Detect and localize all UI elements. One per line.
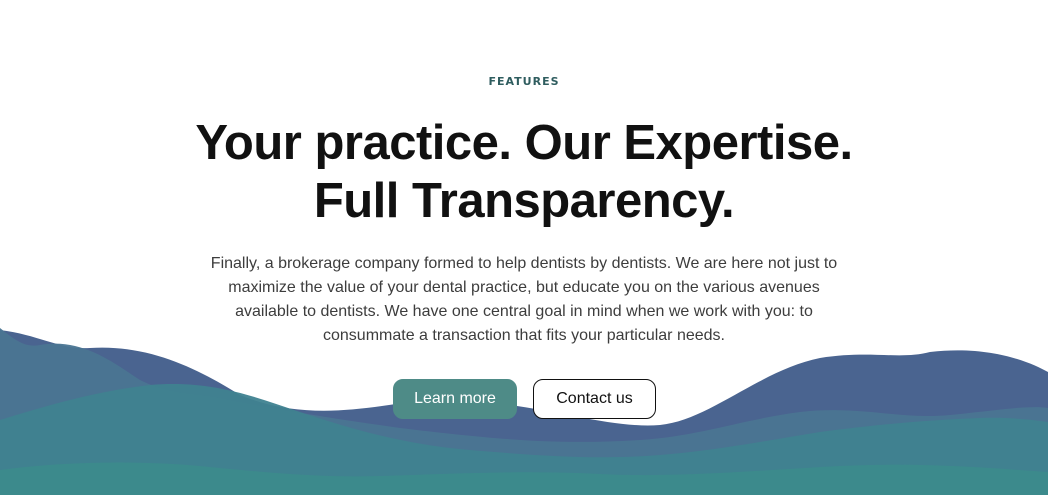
section-eyebrow: FEATURES	[488, 75, 560, 88]
features-section: FEATURES Your practice. Our Expertise. F…	[0, 0, 1048, 495]
section-headline: Your practice. Our Expertise. Full Trans…	[0, 114, 1048, 230]
contact-us-button[interactable]: Contact us	[533, 379, 656, 419]
learn-more-button[interactable]: Learn more	[393, 379, 517, 419]
headline-line-1: Your practice. Our Expertise.	[195, 116, 853, 170]
section-description: Finally, a brokerage company formed to h…	[210, 255, 838, 344]
headline-line-2: Full Transparency.	[313, 174, 735, 228]
